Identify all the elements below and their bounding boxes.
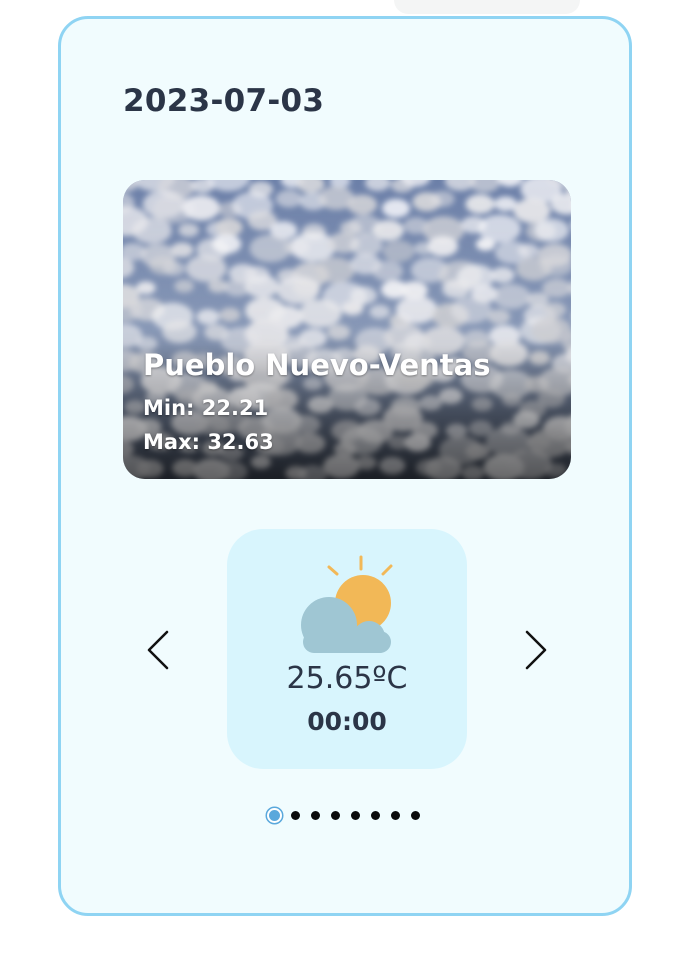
next-arrow-button[interactable]: [515, 624, 555, 674]
partly-cloudy-icon: [301, 555, 393, 653]
pagination-dot[interactable]: [391, 810, 400, 820]
pagination-dot[interactable]: [267, 807, 282, 823]
min-temperature: Min: 22.21: [143, 396, 269, 420]
weather-card: 2023-07-03 Pueblo Nuevo-Ventas Min: 22.2…: [58, 16, 632, 916]
pagination-dot[interactable]: [331, 810, 340, 820]
pagination-dot[interactable]: [311, 810, 320, 820]
forecast-time: 00:00: [307, 707, 387, 736]
pagination-dot[interactable]: [411, 810, 420, 820]
top-tab-decoration: [394, 0, 580, 14]
carousel-pagination: [267, 807, 431, 823]
pagination-dot[interactable]: [371, 810, 380, 820]
city-name: Pueblo Nuevo-Ventas: [143, 348, 491, 382]
max-temperature: Max: 32.63: [143, 430, 274, 454]
chevron-left-icon: [147, 630, 169, 670]
location-photo-card: Pueblo Nuevo-Ventas Min: 22.21 Max: 32.6…: [123, 180, 571, 479]
forecast-temperature: 25.65ºC: [286, 661, 408, 696]
pagination-dot[interactable]: [351, 810, 360, 820]
previous-arrow-button[interactable]: [141, 624, 181, 674]
forecast-slide[interactable]: 25.65ºC 00:00: [227, 529, 467, 769]
pagination-dot[interactable]: [291, 810, 300, 820]
date-heading: 2023-07-03: [123, 83, 325, 119]
chevron-right-icon: [525, 630, 547, 670]
